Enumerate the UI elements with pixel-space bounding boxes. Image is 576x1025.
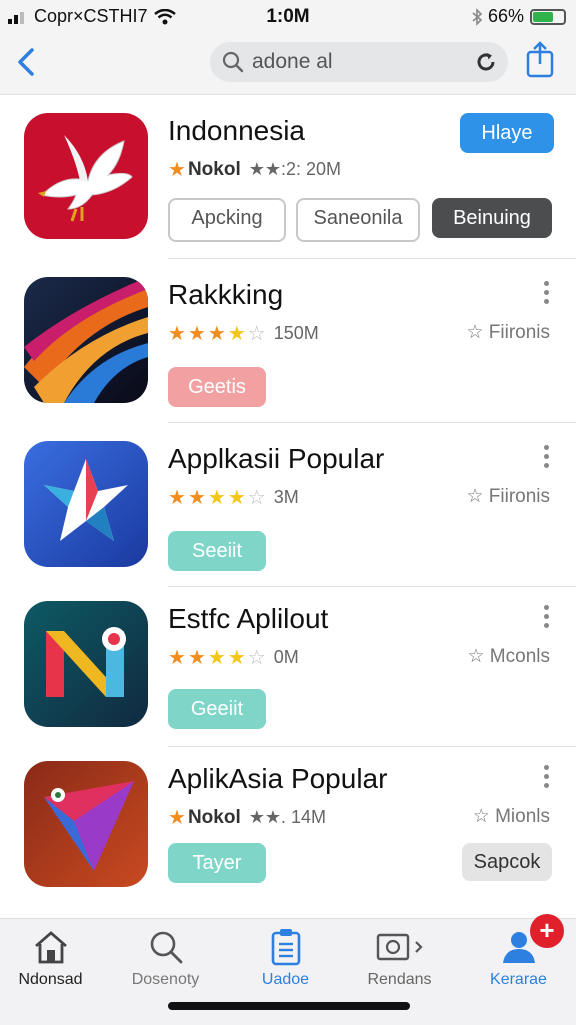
side-label: ☆ Fiironis (466, 486, 550, 507)
side-label: ☆ Mionls (472, 806, 550, 827)
tab-label: Kerarae (490, 971, 547, 988)
star-icon: ★ (187, 323, 206, 345)
star-icon: ★ (207, 487, 226, 509)
app-rating: ★ ★ ★ ★ ☆ 3M (168, 485, 299, 510)
chevron-left-icon (18, 48, 34, 76)
app-rating: ★ ★ ★ ★ ☆ 0M (168, 645, 299, 670)
navigation-bar: adone al (0, 34, 576, 95)
more-options-icon[interactable] (544, 445, 550, 472)
list-item[interactable]: Rakkking ★ ★ ★ ★ ☆ 150M ☆ Fiironis Geeti… (0, 259, 576, 423)
tab-updates[interactable]: Uadoe (228, 927, 343, 989)
star-icon: ★ (168, 647, 186, 669)
get-button[interactable]: Seeiit (168, 531, 266, 571)
star-icon: ★ (168, 807, 186, 829)
paper-plane-icon (44, 781, 134, 871)
app-icon-plane[interactable] (24, 761, 148, 887)
star-logo-icon (44, 459, 128, 541)
secondary-button[interactable]: Sapcok (462, 843, 552, 881)
side-label: ☆ Fiironis (466, 322, 550, 343)
star-icon: ★ (187, 487, 206, 509)
search-icon (222, 51, 244, 73)
refresh-icon[interactable] (474, 50, 498, 74)
tab-label: Dosenoty (131, 971, 200, 988)
app-title[interactable]: AplikAsia Popular (168, 763, 387, 795)
battery-level (533, 11, 553, 22)
get-button[interactable]: Tayer (168, 843, 266, 883)
star-icon: ★ (227, 487, 246, 509)
star-icon: ★ (168, 323, 186, 345)
rating-prefix: Nokol (187, 806, 241, 828)
search-icon (150, 931, 182, 964)
more-options-icon[interactable] (544, 605, 550, 632)
chip-beinuing[interactable]: Beinuing (432, 198, 552, 238)
tab-label: Ndonsad (18, 971, 83, 988)
tab-gallery[interactable]: Rendans (342, 927, 457, 989)
chip-apcking[interactable]: Apcking (168, 198, 286, 242)
app-title[interactable]: Estfc Aplilout (168, 603, 328, 635)
tab-label: Rendans (367, 971, 432, 988)
list-item[interactable]: AplikAsia Popular ★ Nokol ★★. 14M ☆ Mion… (0, 743, 576, 903)
list-item[interactable]: Indonnesia ★ Nokol ★★:2: 20M Hlaye Apcki… (0, 95, 576, 259)
app-title[interactable]: Indonnesia (168, 115, 305, 147)
chip-saneonila[interactable]: Saneonila (296, 198, 420, 242)
clipboard-icon (271, 929, 300, 966)
battery-icon (530, 8, 566, 25)
bluetooth-icon (472, 7, 482, 26)
share-icon (526, 41, 554, 78)
download-count: 0M (273, 647, 299, 667)
n-logo-icon (46, 627, 126, 697)
download-count: ★★:2: 20M (248, 159, 342, 179)
status-bar: Copr×CSTHI7 1:0M 66% (0, 0, 576, 34)
download-count: 3M (273, 487, 299, 507)
side-label: ☆ Mconls (467, 646, 551, 667)
app-icon-dove[interactable] (24, 113, 148, 239)
more-options-icon[interactable] (544, 281, 550, 308)
star-empty-icon: ☆ (247, 487, 266, 509)
star-icon: ★ (187, 647, 206, 669)
star-icon: ★ (168, 487, 186, 509)
star-icon: ★ (227, 647, 246, 669)
search-query: adone al (252, 50, 333, 73)
star-empty-icon: ☆ (247, 647, 266, 669)
tab-search[interactable]: Dosenoty (108, 927, 223, 989)
more-options-icon[interactable] (544, 765, 550, 792)
add-badge[interactable]: + (530, 914, 564, 948)
search-field[interactable]: adone al (210, 42, 508, 82)
star-icon: ★ (207, 323, 226, 345)
app-icon-swirl[interactable] (24, 277, 148, 403)
tab-home[interactable]: Ndonsad (0, 927, 108, 989)
list-item[interactable]: Estfc Aplilout ★ ★ ★ ★ ☆ 0M ☆ Mconls Gee… (0, 583, 576, 747)
get-button[interactable]: Geeiit (168, 689, 266, 729)
back-button[interactable] (12, 44, 42, 80)
home-icon (34, 931, 67, 964)
tab-label: Uadoe (261, 971, 310, 988)
install-button[interactable]: Hlaye (460, 113, 554, 153)
share-button[interactable] (524, 40, 556, 85)
star-icon: ★ (168, 159, 186, 181)
gallery-icon (376, 933, 423, 961)
app-rating: ★ ★ ★ ★ ☆ 150M (168, 321, 319, 346)
swirl-icon (24, 277, 148, 403)
battery-percent: 66% (487, 6, 524, 26)
app-title[interactable]: Rakkking (168, 279, 283, 311)
app-rating: ★ Nokol ★★:2: 20M (168, 157, 341, 182)
star-empty-icon: ☆ (247, 323, 266, 345)
home-indicator[interactable] (168, 1002, 410, 1010)
list-item[interactable]: Applkasii Popular ★ ★ ★ ★ ☆ 3M ☆ Fiironi… (0, 423, 576, 587)
star-icon: ★ (207, 647, 226, 669)
get-button[interactable]: Geetis (168, 367, 266, 407)
download-count: 150M (273, 323, 319, 343)
app-title[interactable]: Applkasii Popular (168, 443, 384, 475)
rating-prefix: Nokol (187, 158, 241, 180)
status-right: 66% (472, 6, 566, 27)
star-icon: ★ (227, 323, 246, 345)
dove-icon (38, 135, 133, 222)
download-count: ★★. 14M (248, 807, 327, 827)
app-rating: ★ Nokol ★★. 14M (168, 805, 326, 830)
app-icon-n[interactable] (24, 601, 148, 727)
app-icon-star[interactable] (24, 441, 148, 567)
